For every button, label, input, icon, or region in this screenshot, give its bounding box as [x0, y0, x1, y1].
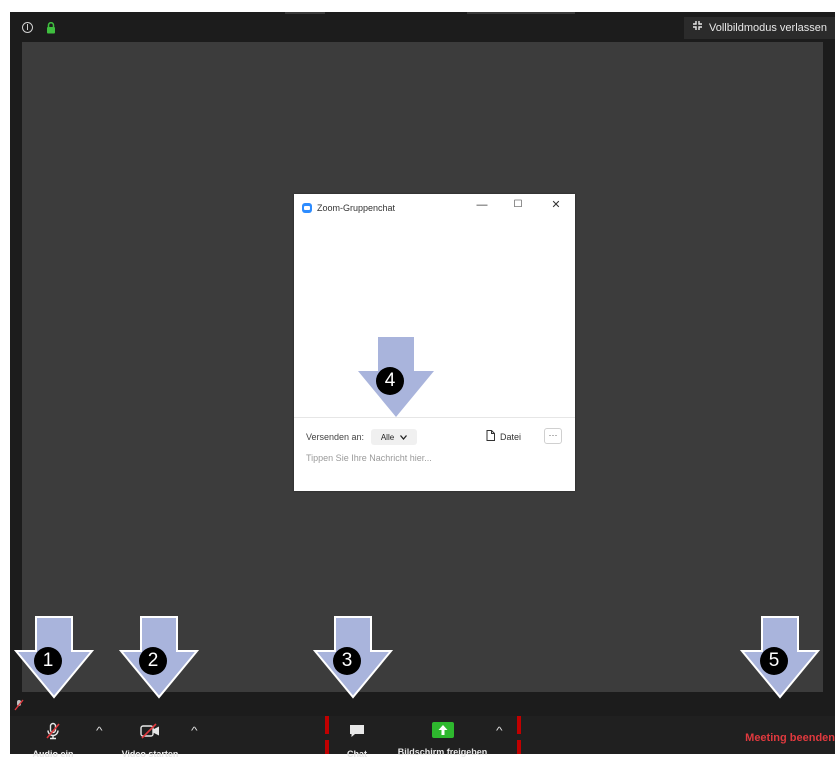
file-icon: [486, 430, 495, 443]
lock-icon[interactable]: [46, 21, 56, 39]
minimize-icon[interactable]: —: [475, 198, 489, 212]
exit-fullscreen-button[interactable]: Vollbildmodus verlassen: [683, 17, 835, 39]
top-notch: [285, 12, 325, 14]
close-icon[interactable]: ✕: [549, 198, 563, 212]
callout-arrow-3: 3: [312, 615, 394, 699]
share-screen-label: Bildschirm freigeben: [397, 747, 488, 757]
top-notch: [467, 12, 575, 14]
highlight-mark: [325, 740, 329, 754]
video-off-icon: [139, 722, 161, 740]
muted-mic-icon: [44, 722, 62, 740]
callout-number: 3: [333, 647, 361, 675]
callout-number: 5: [760, 647, 788, 675]
audio-button[interactable]: Audio ein: [28, 716, 78, 759]
chat-label: Chat: [347, 749, 367, 759]
exit-fullscreen-icon: [692, 17, 703, 39]
share-screen-button[interactable]: Bildschirm freigeben: [390, 716, 495, 757]
video-label: Video starten: [121, 749, 179, 759]
zoom-logo-icon: [302, 203, 312, 213]
chat-title: Zoom-Gruppenchat: [317, 203, 396, 213]
chat-titlebar: Zoom-Gruppenchat: [302, 198, 395, 218]
end-meeting-button[interactable]: Meeting beenden: [745, 732, 835, 744]
chevron-down-icon: [400, 433, 408, 442]
send-file-button[interactable]: Datei: [486, 430, 521, 443]
chat-button[interactable]: Chat: [337, 716, 377, 759]
video-options-chevron-icon[interactable]: ^: [191, 726, 198, 737]
callout-arrow-2: 2: [118, 615, 200, 699]
recipient-select[interactable]: Alle: [371, 429, 417, 445]
audio-label: Audio ein: [32, 749, 74, 759]
video-button[interactable]: Video starten: [115, 716, 185, 759]
callout-arrow-5: 5: [739, 615, 821, 699]
audio-options-chevron-icon[interactable]: ^: [96, 726, 103, 737]
recipient-value: Alle: [380, 432, 395, 442]
muted-mic-icon: [14, 698, 24, 716]
highlight-mark: [325, 716, 329, 734]
send-to-label: Versenden an:: [306, 432, 365, 442]
callout-number: 2: [139, 647, 167, 675]
share-options-chevron-icon[interactable]: ^: [496, 726, 503, 737]
maximize-icon[interactable]: ☐: [511, 198, 525, 212]
callout-number: 1: [34, 647, 62, 675]
highlight-mark: [517, 716, 521, 734]
info-icon[interactable]: [22, 22, 33, 33]
top-bar: Vollbildmodus verlassen: [10, 12, 835, 42]
callout-number: 4: [376, 367, 404, 395]
share-screen-icon: [431, 722, 454, 738]
message-input[interactable]: [306, 453, 566, 463]
highlight-mark: [517, 740, 521, 754]
chat-bubble-icon: [348, 722, 366, 740]
file-label: Datei: [500, 431, 522, 442]
more-options-button[interactable]: ···: [544, 428, 562, 444]
callout-arrow-4: 4: [356, 335, 436, 419]
callout-arrow-1: 1: [13, 615, 95, 699]
meeting-toolbar: Audio ein ^ Video starten ^ Chat Bildsch…: [10, 716, 835, 759]
exit-fullscreen-label: Vollbildmodus verlassen: [708, 22, 827, 34]
